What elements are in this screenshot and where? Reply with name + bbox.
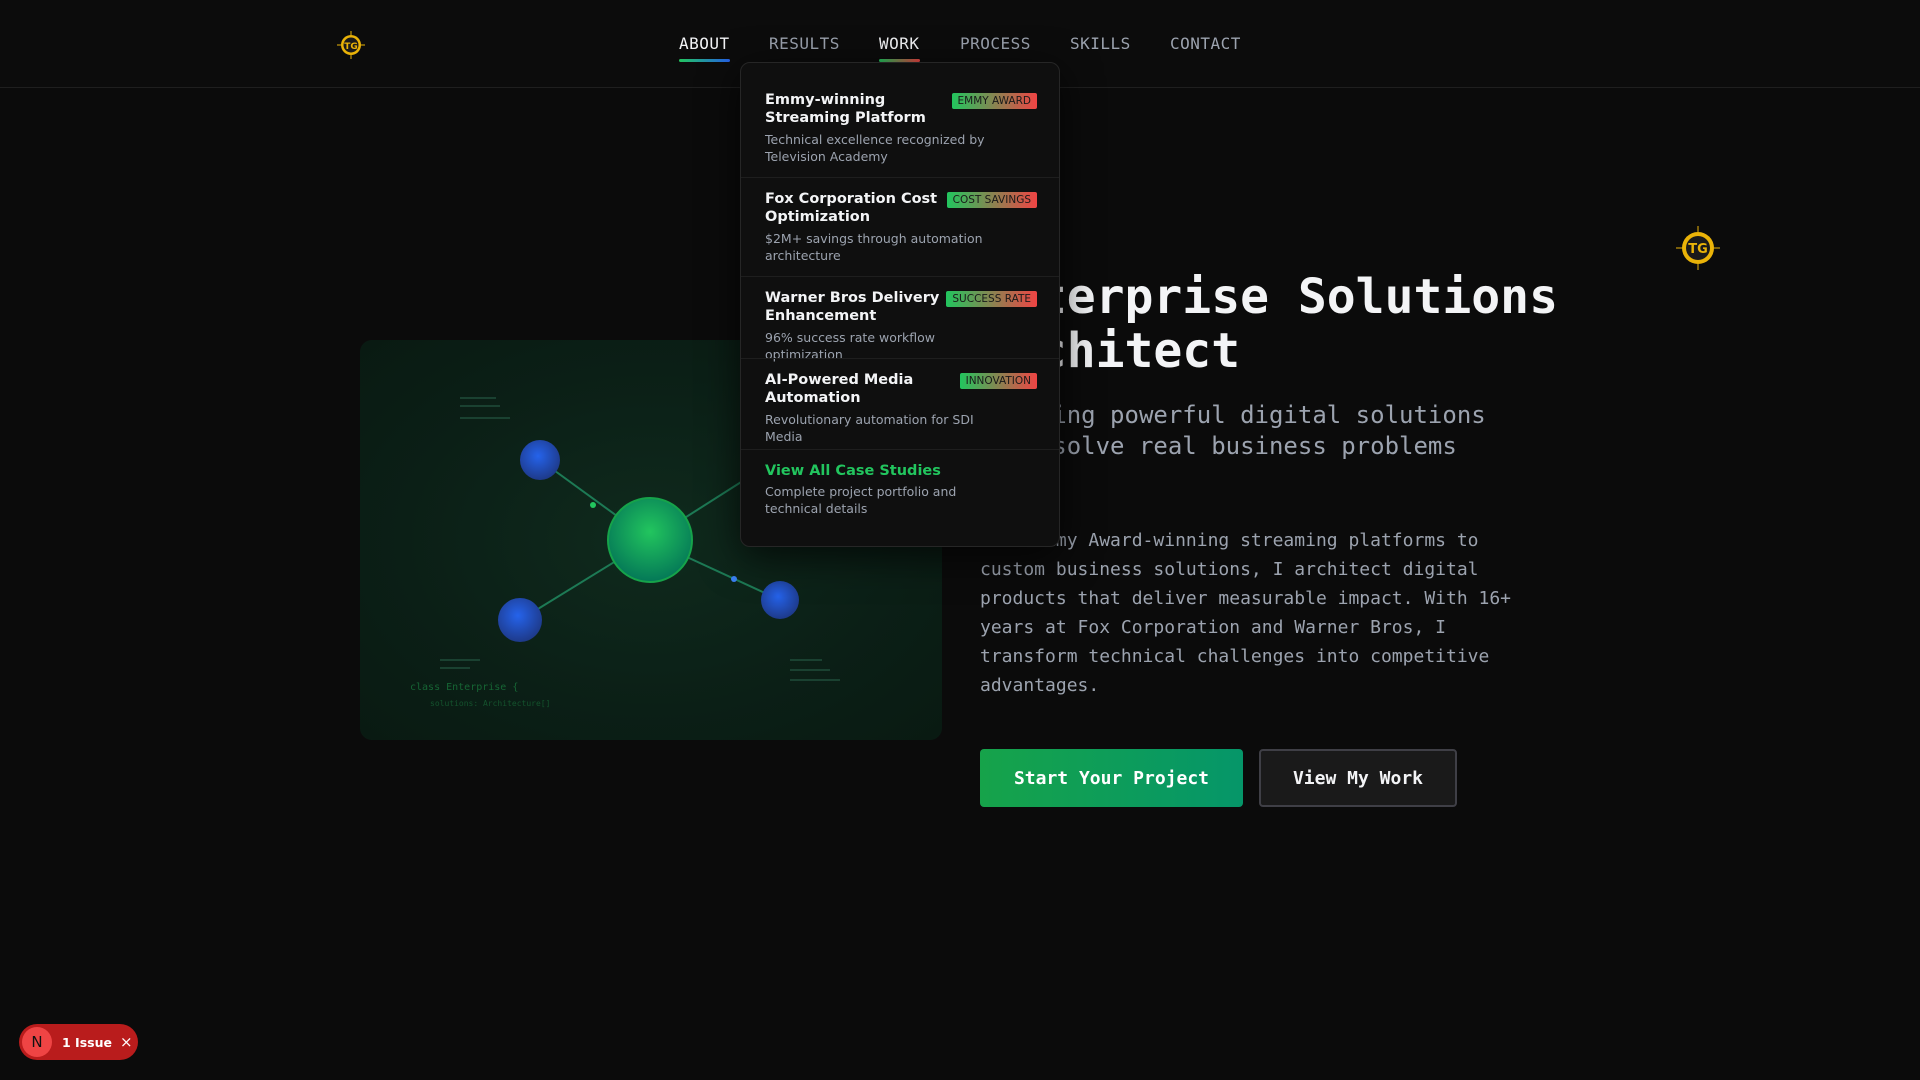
nav-item-process[interactable]: PROCESS: [960, 34, 1031, 53]
hero-title: Enterprise Solutions Architect: [980, 269, 1558, 379]
dropdown-item-fox[interactable]: Fox Corporation Cost Optimization $2M+ s…: [765, 190, 1037, 264]
status-badge: SUCCESS RATE: [946, 291, 1037, 307]
code-line-1: class Enterprise {: [410, 682, 518, 693]
nav-item-contact[interactable]: CONTACT: [1170, 34, 1241, 53]
floating-logo-text: TG: [1688, 242, 1708, 257]
dropdown-item-title: AI-Powered Media Automation: [765, 372, 914, 406]
nav-label: SKILLS: [1070, 34, 1131, 53]
network-node-right: [761, 581, 799, 619]
status-badge: EMMY AWARD: [951, 93, 1037, 109]
dropdown-item-desc: Revolutionary automation for SDI Media: [765, 412, 974, 444]
framework-icon: N: [22, 1027, 52, 1057]
link-dot: [590, 502, 596, 508]
divider: [741, 276, 1059, 277]
issue-badge[interactable]: N 1 Issue ×: [19, 1024, 138, 1060]
dropdown-item-title: Warner Bros Delivery Enhancement: [765, 290, 940, 324]
link-dot: [731, 576, 737, 582]
work-dropdown-menu: Emmy-winning Streaming Platform Technica…: [740, 62, 1060, 547]
status-badge: INNOVATION: [959, 373, 1037, 389]
divider: [741, 177, 1059, 178]
dropdown-item-title: Fox Corporation Cost Optimization: [765, 191, 938, 225]
status-badge: COST SAVINGS: [946, 192, 1037, 208]
network-node-center: [607, 497, 693, 583]
dropdown-item-desc: Technical excellence recognized by Telev…: [765, 132, 985, 164]
floating-logo-icon: TG: [1676, 226, 1720, 270]
dropdown-link-desc: Complete project portfolio and technical…: [765, 484, 957, 516]
dropdown-item-desc: $2M+ savings through automation architec…: [765, 231, 983, 263]
dropdown-item-ai[interactable]: AI-Powered Media Automation Revolutionar…: [765, 371, 1037, 445]
nav-item-about[interactable]: ABOUT: [679, 34, 730, 62]
view-all-case-studies-link[interactable]: View All Case Studies Complete project p…: [765, 463, 1037, 517]
dropdown-item-emmy[interactable]: Emmy-winning Streaming Platform Technica…: [765, 91, 1037, 165]
nav-label: WORK: [879, 34, 920, 53]
nav-item-skills[interactable]: SKILLS: [1070, 34, 1131, 53]
nav-label: RESULTS: [769, 34, 840, 53]
hero-description: From Emmy Award-winning streaming platfo…: [980, 530, 1512, 696]
nav-item-results[interactable]: RESULTS: [769, 34, 840, 53]
nav-label: ABOUT: [679, 34, 730, 53]
start-project-button[interactable]: Start Your Project: [980, 749, 1243, 807]
nav-label: CONTACT: [1170, 34, 1241, 53]
dropdown-link-label: View All Case Studies: [765, 463, 941, 479]
code-line-2: solutions: Architecture[]: [430, 699, 550, 708]
dropdown-item-warner[interactable]: Warner Bros Delivery Enhancement 96% suc…: [765, 289, 1037, 363]
nav-item-work[interactable]: WORK: [879, 34, 920, 62]
nav-label: PROCESS: [960, 34, 1031, 53]
nav-active-underline: [679, 59, 730, 62]
divider: [741, 358, 1059, 359]
network-node-bottom-left: [498, 598, 542, 642]
dropdown-item-title: Emmy-winning Streaming Platform: [765, 92, 926, 126]
network-node-top-left: [520, 440, 560, 480]
close-icon[interactable]: ×: [120, 1033, 133, 1051]
issue-count: 1 Issue: [62, 1034, 112, 1050]
view-work-button[interactable]: View My Work: [1259, 749, 1457, 807]
divider: [741, 449, 1059, 450]
